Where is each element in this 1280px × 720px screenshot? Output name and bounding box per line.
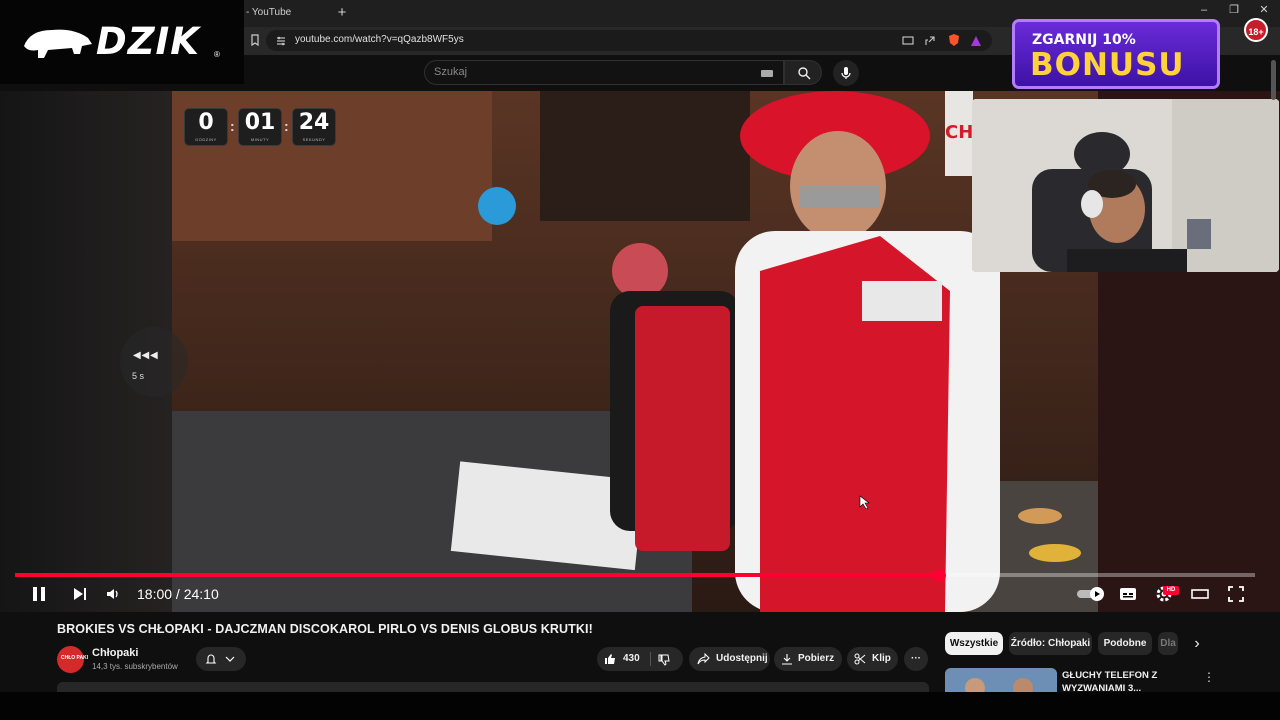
- like-dislike-group: 430: [597, 647, 683, 671]
- search-placeholder: Szukaj: [434, 66, 468, 78]
- close-window-button[interactable]: ✕: [1257, 3, 1271, 17]
- timer-colon: :: [230, 118, 235, 134]
- video-sign-text: CH: [945, 122, 973, 143]
- search-input[interactable]: [424, 60, 784, 85]
- clip-button[interactable]: Klip: [847, 647, 898, 671]
- cast-icon[interactable]: [901, 34, 915, 48]
- share-label: Udostępnij: [716, 653, 768, 664]
- channel-name[interactable]: Chłopaki: [92, 647, 138, 659]
- clip-label: Klip: [872, 653, 891, 664]
- site-info-icon[interactable]: [274, 34, 288, 48]
- download-icon: [782, 654, 792, 665]
- logo-text: DZIK: [96, 20, 200, 63]
- scissors-icon: [854, 653, 866, 665]
- logo-registered-mark: ®: [214, 50, 220, 59]
- microphone-icon: [841, 67, 851, 79]
- next-video-icon[interactable]: [72, 587, 88, 601]
- maximize-button[interactable]: ❐: [1227, 3, 1241, 17]
- download-button[interactable]: Pobierz: [774, 647, 842, 671]
- download-label: Pobierz: [798, 653, 835, 664]
- search-button[interactable]: [784, 60, 822, 85]
- browser-tab[interactable]: - YouTube: [240, 2, 330, 27]
- bonus-line-2: BONUSU: [1030, 47, 1185, 83]
- timer-colon: :: [284, 118, 289, 134]
- chips-next-button[interactable]: ›: [1188, 634, 1206, 654]
- more-actions-icon: ···: [911, 653, 921, 664]
- subtitles-icon[interactable]: [1119, 587, 1137, 601]
- volume-icon[interactable]: [106, 587, 122, 601]
- search-icon: [798, 67, 811, 80]
- bonus-line-1: ZGARNIJ 10%: [1032, 32, 1136, 48]
- bookmark-icon[interactable]: [248, 33, 262, 47]
- progress-played: [15, 573, 939, 577]
- rewards-icon[interactable]: [969, 34, 983, 48]
- chip-related[interactable]: Podobne: [1098, 632, 1152, 655]
- channel-avatar-text: CHŁO PAKI: [61, 655, 89, 661]
- minimize-button[interactable]: –: [1197, 3, 1211, 17]
- recommendation-thumbnail[interactable]: [945, 668, 1057, 692]
- voice-search-button[interactable]: [833, 60, 859, 86]
- share-icon: [697, 653, 710, 665]
- age-rating-badge: 18+: [1244, 18, 1268, 42]
- rewind-icon: ◀ ◀ ◀: [133, 350, 158, 361]
- subscriber-count: 14,3 tys. subskrybentów: [92, 662, 178, 671]
- like-count[interactable]: 430: [623, 647, 640, 671]
- dislike-icon[interactable]: [658, 654, 671, 666]
- autoplay-toggle-icon[interactable]: [1077, 586, 1107, 602]
- page-scrollbar[interactable]: [1271, 60, 1276, 100]
- chip-source-channel[interactable]: Źródło: Chłopaki: [1009, 632, 1092, 655]
- chip-for-you[interactable]: Dla: [1158, 632, 1178, 655]
- chip-all[interactable]: Wszystkie: [945, 632, 1003, 655]
- keyboard-icon[interactable]: [760, 66, 774, 80]
- fullscreen-icon[interactable]: [1228, 586, 1244, 602]
- hd-badge: HD: [1163, 586, 1179, 595]
- countdown-minutes: 01 MINUTY: [238, 108, 282, 146]
- seek-back-indicator: [120, 327, 188, 397]
- time-display: 18:00 / 24:10: [137, 586, 219, 602]
- seek-amount: 5 s: [132, 371, 145, 381]
- subscribe-notification-button[interactable]: [196, 647, 246, 671]
- recommendation-menu-icon[interactable]: ⋮: [1203, 670, 1215, 684]
- bell-icon: [205, 654, 217, 664]
- video-title: BROKIES VS CHŁOPAKI - DAJCZMAN DISCOKARO…: [57, 622, 593, 636]
- streamer-webcam: [972, 99, 1279, 272]
- chevron-down-icon: [225, 656, 235, 662]
- share-page-icon[interactable]: [923, 34, 937, 48]
- boar-icon: [24, 29, 92, 58]
- share-button[interactable]: Udostępnij: [689, 647, 770, 671]
- pause-icon[interactable]: [31, 586, 47, 602]
- like-icon[interactable]: [604, 653, 617, 665]
- countdown-seconds: 24 SEKUNDY: [292, 108, 336, 146]
- more-actions-button[interactable]: ···: [904, 647, 928, 671]
- countdown-hours: 0 GODZINY: [184, 108, 228, 146]
- new-tab-button[interactable]: +: [334, 3, 350, 23]
- progress-scrubber[interactable]: [933, 569, 946, 582]
- bottom-bar: [0, 692, 1280, 720]
- url-text[interactable]: youtube.com/watch?v=qQazb8WF5ys: [295, 34, 464, 45]
- brave-shield-icon[interactable]: [947, 33, 961, 47]
- theater-mode-icon[interactable]: [1191, 588, 1209, 600]
